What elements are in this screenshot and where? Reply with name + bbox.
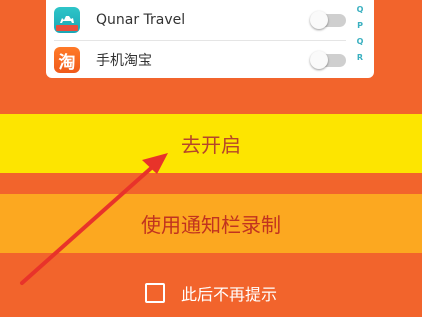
go-enable-button[interactable]: 去开启 [0,114,422,173]
go-enable-label: 去开启 [181,133,241,157]
taobao-toggle[interactable] [310,50,346,69]
index-letter[interactable]: Q [357,2,364,18]
dont-show-again-option[interactable]: 此后不再提示 [0,276,422,310]
notification-record-button[interactable]: 使用通知栏录制 [0,194,422,253]
index-letter[interactable]: R [357,50,363,66]
dont-show-checkbox[interactable] [144,283,165,303]
camel-icon [54,7,80,33]
app-name-taobao: 手机淘宝 [96,53,152,69]
alphabet-index[interactable]: Q P Q R [354,2,366,66]
index-letter[interactable]: Q [357,34,364,50]
notification-record-label: 使用通知栏录制 [141,213,281,237]
row-divider [54,40,346,41]
app-list-card: Qunar Travel 淘 手机淘宝 Q P Q R [46,0,374,78]
taobao-icon: 淘 [54,47,80,73]
app-row-qunar[interactable]: Qunar Travel [54,3,346,37]
index-letter[interactable]: P [357,18,363,34]
toggle-knob [310,50,328,69]
qunar-toggle[interactable] [310,10,346,29]
permission-guide-screen: Qunar Travel 淘 手机淘宝 Q P Q R 去开启 使用通知栏录制 … [0,0,422,317]
app-row-taobao[interactable]: 淘 手机淘宝 [54,43,346,77]
toggle-knob [310,10,328,29]
app-name-qunar: Qunar Travel [96,12,186,28]
qunar-badge [56,25,78,31]
dont-show-label: 此后不再提示 [180,285,277,304]
